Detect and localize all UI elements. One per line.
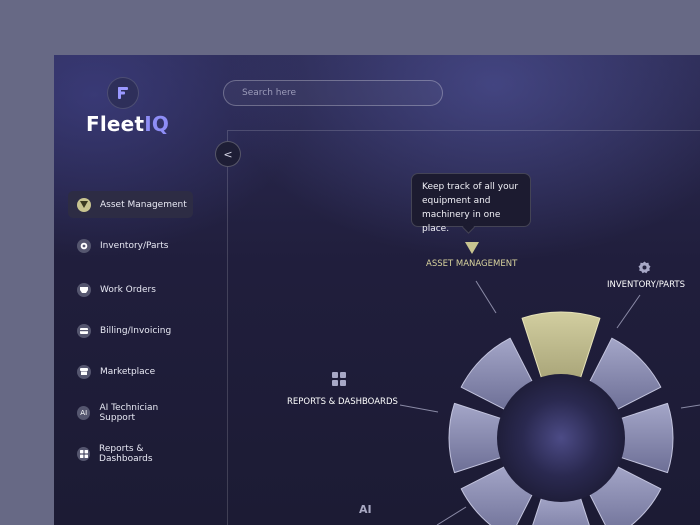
segment-reports-dashboards[interactable]: [448, 402, 505, 474]
wheel-label-ai[interactable]: AI: [359, 503, 372, 516]
grid-icon: [332, 371, 346, 390]
wheel-label-reports-dashboards[interactable]: REPORTS & DASHBOARDS: [287, 397, 398, 407]
triangle-icon: [465, 239, 479, 258]
gear-icon: [638, 259, 651, 278]
segment-asset-management[interactable]: [521, 311, 601, 382]
module-wheel: [399, 280, 700, 525]
tooltip-asset-management: Keep track of all your equipment and mac…: [411, 173, 531, 234]
segment-work-orders[interactable]: [617, 402, 674, 474]
wheel-label-asset-management[interactable]: ASSET MANAGEMENT: [426, 259, 517, 269]
wheel-label-inventory-parts[interactable]: INVENTORY/PARTS: [607, 280, 685, 290]
app-window: FleetIQ < Asset Management Inventory/Par…: [54, 55, 700, 525]
